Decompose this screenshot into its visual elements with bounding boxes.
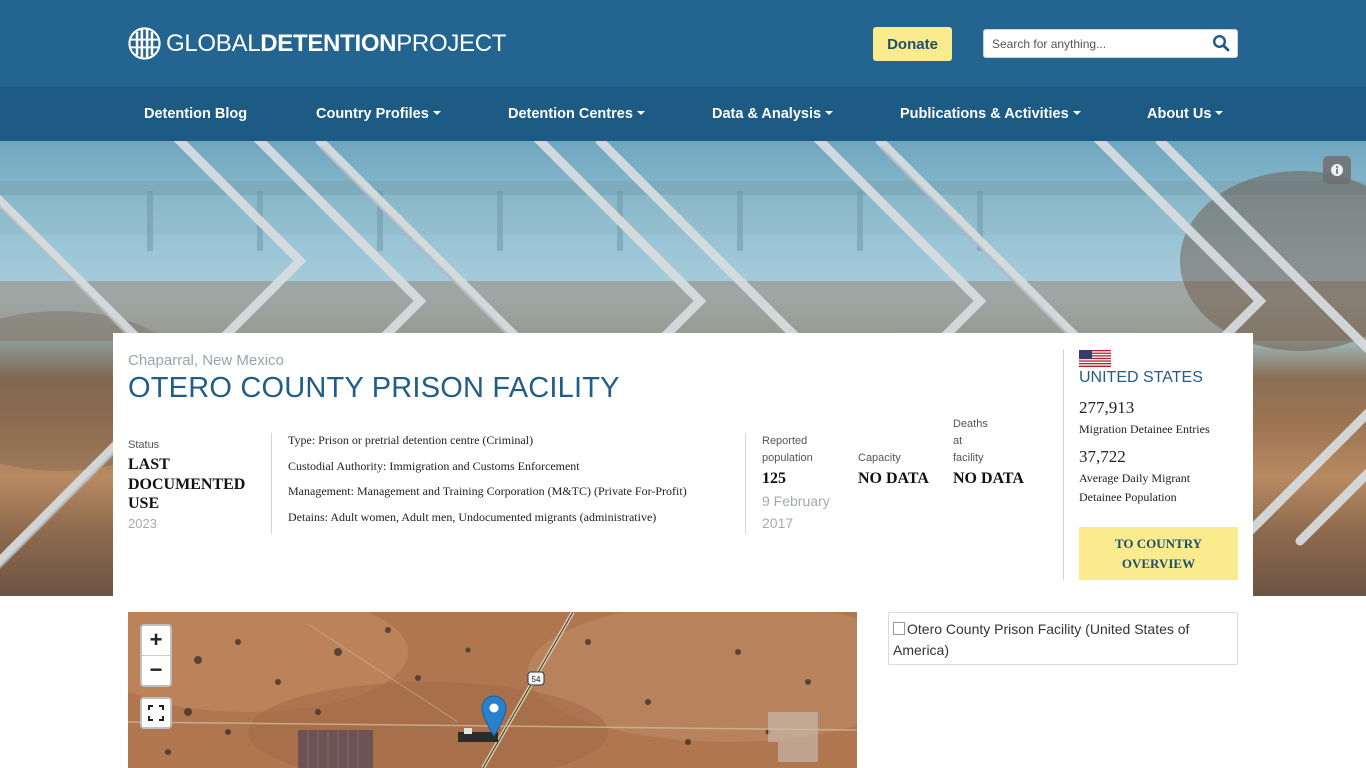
facility-details: Type: Prison or pretrial detention centr… — [288, 432, 748, 535]
fullscreen-button[interactable] — [140, 697, 172, 729]
nav-label: About Us — [1147, 106, 1212, 122]
label-line: Detainee Population — [1079, 490, 1177, 504]
nav-data-analysis[interactable]: Data & Analysis — [712, 87, 834, 141]
stat-date: 9 February — [762, 493, 830, 509]
caret-down-icon — [1215, 111, 1224, 115]
stat-value: NO DATA — [953, 470, 1024, 487]
info-icon — [1331, 164, 1343, 176]
map-location-marker-icon[interactable] — [481, 695, 507, 737]
button-line: TO COUNTRY — [1114, 535, 1203, 551]
nav-label: Detention Blog — [144, 106, 248, 122]
caret-down-icon — [825, 111, 834, 115]
status-value: LAST DOCUMENTED USE — [128, 455, 263, 514]
zoom-out-button[interactable]: − — [142, 656, 170, 686]
status-label: Status — [128, 439, 160, 451]
nav-label: Detention Centres — [508, 106, 633, 122]
facility-summary-card: Chaparral, New Mexico OTERO COUNTY PRISO… — [113, 333, 1253, 596]
stat-label: Capacity — [858, 452, 901, 464]
satellite-map-tiles: 54 — [128, 612, 857, 768]
detainee-entries-value: 277,913 — [1079, 398, 1135, 417]
status-line: DOCUMENTED — [128, 475, 246, 493]
status-block: Status LAST DOCUMENTED USE 2023 — [128, 439, 263, 531]
stat-label: Deaths — [953, 418, 988, 430]
country-name[interactable]: UNITED STATES — [1079, 369, 1239, 387]
logo-text-global: GLOBAL — [166, 29, 261, 57]
site-logo[interactable]: GLOBALDETENTIONPROJECT — [128, 27, 506, 60]
facility-type: Type: Prison or pretrial detention centr… — [288, 433, 534, 447]
nav-label: Country Profiles — [316, 106, 429, 122]
label-line: Average Daily Migrant — [1079, 471, 1191, 485]
site-header: GLOBALDETENTIONPROJECT Donate — [0, 0, 1366, 87]
stat-label: Reported — [762, 435, 808, 447]
nav-detention-centres[interactable]: Detention Centres — [508, 87, 645, 141]
fullscreen-icon — [148, 705, 164, 721]
stat-value: NO DATA — [858, 470, 929, 487]
stat-value: 125 — [762, 470, 786, 487]
status-line: LAST — [128, 456, 170, 473]
capacity-stat: Capacity NO DATA — [858, 450, 929, 488]
divider — [271, 433, 272, 534]
stat-date: 2017 — [762, 515, 794, 531]
page-title: OTERO COUNTY PRISON FACILITY — [128, 372, 620, 404]
facility-image-alt-text: Otero County Prison Facility (United Sta… — [893, 619, 1237, 661]
nav-publications-activities[interactable]: Publications & Activities — [900, 87, 1081, 141]
facility-custodial-authority: Custodial Authority: Immigration and Cus… — [288, 458, 580, 473]
map-zoom-control: + − — [140, 624, 172, 687]
status-line: USE — [128, 495, 160, 512]
facility-location: Chaparral, New Mexico — [128, 352, 284, 369]
broken-image-icon — [893, 622, 905, 635]
reported-population-stat: Reported population 125 9 February 2017 — [762, 433, 830, 534]
search-box — [983, 29, 1238, 58]
facility-map[interactable]: 54 — [128, 612, 857, 768]
facility-management: Management: Management and Training Corp… — [288, 484, 687, 499]
button-line: OVERVIEW — [1121, 555, 1196, 571]
search-icon[interactable] — [1212, 34, 1230, 52]
divider — [1063, 349, 1064, 580]
deaths-stat: Deaths at facility NO DATA — [953, 416, 1024, 488]
logo-text-project: PROJECT — [396, 29, 507, 57]
divider — [745, 433, 746, 534]
status-year: 2023 — [128, 515, 157, 531]
to-country-overview-button[interactable]: TO COUNTRY OVERVIEW — [1079, 527, 1238, 580]
stat-label: population — [762, 452, 813, 464]
caret-down-icon — [432, 111, 441, 115]
facility-image: Otero County Prison Facility (United Sta… — [888, 612, 1238, 665]
main-navigation: Detention Blog Country Profiles Detentio… — [0, 87, 1366, 141]
stat-label: at — [953, 435, 963, 447]
nav-about-us[interactable]: About Us — [1147, 87, 1224, 141]
search-input[interactable] — [992, 35, 1207, 53]
us-flag-icon — [1079, 350, 1111, 367]
stat-label: facility — [953, 452, 984, 464]
nav-label: Data & Analysis — [712, 106, 822, 122]
nav-country-profiles[interactable]: Country Profiles — [316, 87, 441, 141]
nav-detention-blog[interactable]: Detention Blog — [144, 87, 247, 141]
logo-text-detention: DETENTION — [260, 29, 397, 57]
daily-population-label: Average Daily Migrant Detainee Populatio… — [1079, 469, 1239, 507]
highway-shield-label: 54 — [532, 675, 541, 684]
daily-population-value: 37,722 — [1079, 447, 1126, 466]
image-info-button[interactable] — [1323, 156, 1351, 184]
image-alt-text: Otero County Prison Facility (United Sta… — [893, 621, 1190, 658]
detainee-entries-label: Migration Detainee Entries — [1079, 422, 1210, 436]
caret-down-icon — [1072, 111, 1081, 115]
caret-down-icon — [636, 111, 645, 115]
country-panel: UNITED STATES 277,913 Migration Detainee… — [1079, 350, 1239, 507]
donate-button[interactable]: Donate — [873, 27, 952, 61]
nav-label: Publications & Activities — [900, 106, 1069, 122]
globe-icon — [128, 27, 161, 60]
facility-detains: Detains: Adult women, Adult men, Undocum… — [288, 510, 657, 525]
zoom-in-button[interactable]: + — [142, 626, 170, 656]
